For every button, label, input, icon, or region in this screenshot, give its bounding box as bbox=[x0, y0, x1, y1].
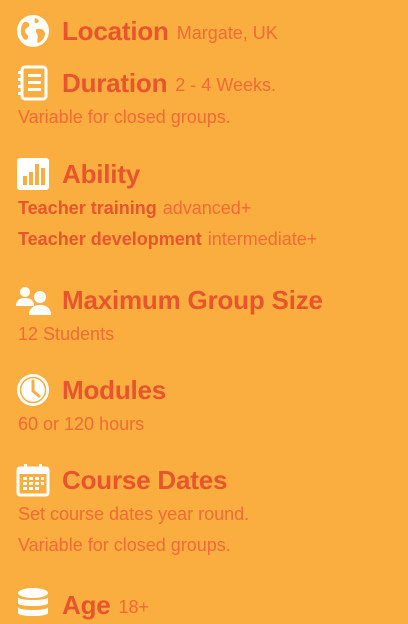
age-heading: Age 18+ bbox=[14, 586, 402, 624]
location-heading: Location Margate, UK bbox=[14, 12, 402, 50]
modules-title: Modules bbox=[62, 374, 167, 405]
ability-level: intermediate+ bbox=[207, 229, 318, 249]
calendar-icon bbox=[14, 461, 52, 499]
group-size-value: 12 Students bbox=[18, 324, 115, 344]
ability-row-teacher-training: Teacher training advanced+ bbox=[18, 193, 402, 224]
group-size-section: Maximum Group Size 12 Students bbox=[14, 281, 402, 350]
location-title: Location bbox=[62, 15, 169, 46]
duration-section: Duration 2 - 4 Weeks. Variable for close… bbox=[14, 64, 402, 133]
modules-section: Modules 60 or 120 hours bbox=[14, 371, 402, 440]
ability-label: Teacher development bbox=[18, 229, 202, 249]
age-title: Age bbox=[62, 589, 111, 620]
duration-note: Variable for closed groups. bbox=[18, 107, 231, 127]
ability-title: Ability bbox=[62, 158, 141, 189]
ability-level: advanced+ bbox=[162, 198, 252, 218]
age-value: 18+ bbox=[118, 596, 150, 617]
course-dates-heading: Course Dates bbox=[14, 461, 402, 499]
modules-heading: Modules bbox=[14, 371, 402, 409]
ability-row-teacher-development: Teacher development intermediate+ bbox=[18, 224, 402, 255]
duration-value: 2 - 4 Weeks. bbox=[175, 74, 277, 95]
course-dates-section: Course Dates Set course dates year round… bbox=[14, 461, 402, 561]
ability-section: Ability Teacher training advanced+ Teache… bbox=[14, 155, 402, 255]
clock-icon bbox=[14, 371, 52, 409]
course-info-panel: Location Margate, UK Duration 2 - 4 Week… bbox=[0, 0, 408, 622]
document-list-icon bbox=[14, 64, 52, 102]
course-dates-line: Variable for closed groups. bbox=[18, 535, 231, 555]
course-dates-line: Set course dates year round. bbox=[18, 504, 250, 524]
ability-label: Teacher training bbox=[18, 198, 157, 218]
modules-value: 60 or 120 hours bbox=[18, 414, 145, 434]
users-icon bbox=[14, 281, 52, 319]
location-value: Margate, UK bbox=[176, 22, 278, 43]
globe-icon bbox=[14, 12, 52, 50]
database-icon bbox=[14, 586, 52, 624]
duration-heading: Duration 2 - 4 Weeks. bbox=[14, 64, 402, 102]
location-section: Location Margate, UK bbox=[14, 12, 402, 50]
bar-chart-icon bbox=[14, 155, 52, 193]
group-size-title: Maximum Group Size bbox=[62, 284, 323, 315]
course-dates-title: Course Dates bbox=[62, 464, 228, 495]
age-section: Age 18+ bbox=[14, 586, 402, 624]
duration-title: Duration bbox=[62, 67, 168, 98]
group-size-heading: Maximum Group Size bbox=[14, 281, 402, 319]
ability-heading: Ability bbox=[14, 155, 402, 193]
